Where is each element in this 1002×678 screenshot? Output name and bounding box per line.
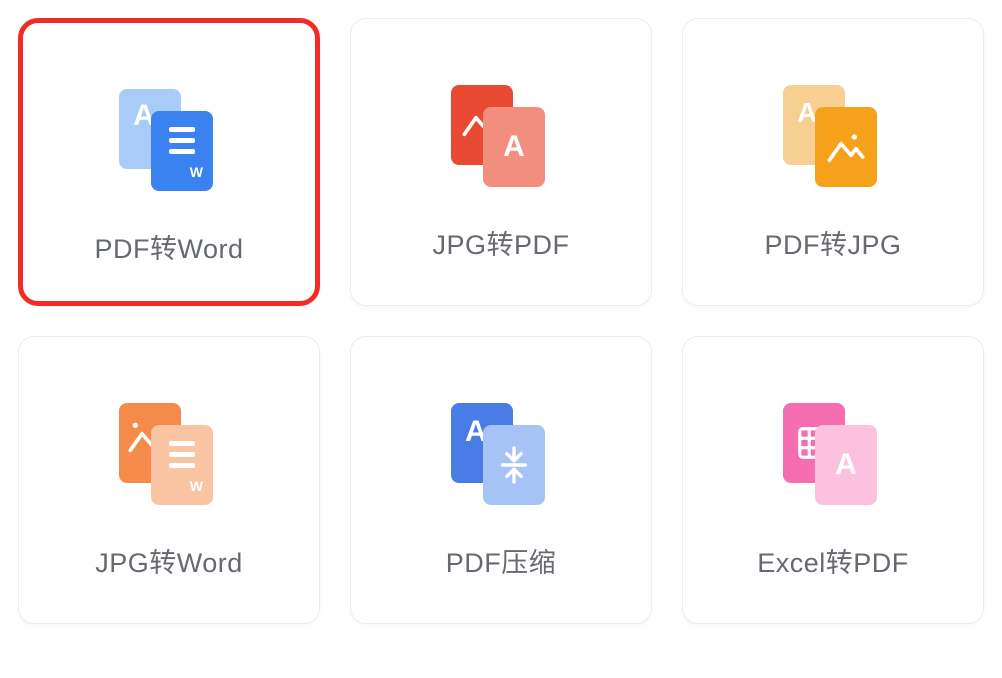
tool-grid: A W PDF转Word A JPG转PDF: [18, 18, 984, 624]
tool-card-pdf-compress[interactable]: A PDF压缩: [350, 336, 652, 624]
tool-label: PDF转Word: [94, 227, 243, 266]
tool-card-pdf-to-jpg[interactable]: A PDF转JPG: [682, 18, 984, 306]
tool-label: JPG转PDF: [432, 223, 569, 262]
pdf-to-word-icon: A W: [99, 85, 239, 195]
tool-card-excel-to-pdf[interactable]: A Excel转PDF: [682, 336, 984, 624]
jpg-to-pdf-icon: A: [431, 81, 571, 191]
tool-card-pdf-to-word[interactable]: A W PDF转Word: [18, 18, 320, 306]
tool-card-jpg-to-word[interactable]: W JPG转Word: [18, 336, 320, 624]
pdf-to-jpg-icon: A: [763, 81, 903, 191]
pdf-compress-icon: A: [431, 399, 571, 509]
tool-label: Excel转PDF: [757, 541, 909, 580]
tool-label: JPG转Word: [95, 541, 243, 580]
excel-to-pdf-icon: A: [763, 399, 903, 509]
tool-label: PDF转JPG: [764, 223, 901, 262]
tool-label: PDF压缩: [446, 541, 557, 580]
jpg-to-word-icon: W: [99, 399, 239, 509]
tool-card-jpg-to-pdf[interactable]: A JPG转PDF: [350, 18, 652, 306]
